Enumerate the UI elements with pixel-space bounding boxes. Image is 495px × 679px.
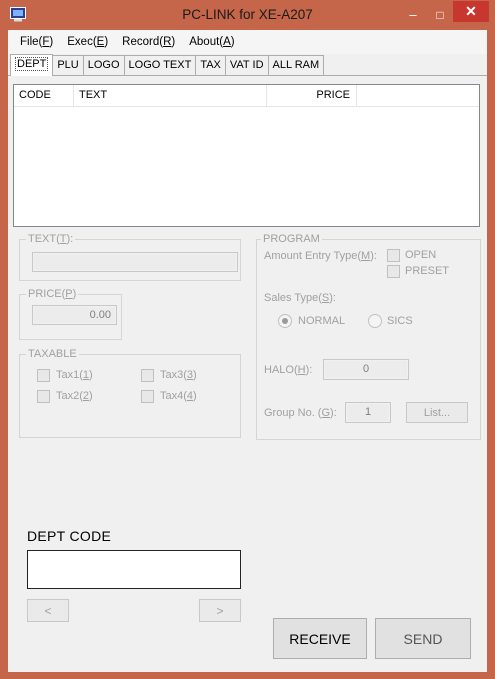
halo-field[interactable]: 0 — [323, 359, 409, 380]
normal-label: NORMAL — [298, 315, 346, 327]
taxable-group-label: TAXABLE — [26, 348, 79, 360]
group-no-field[interactable]: 1 — [345, 402, 391, 423]
menu-record[interactable]: Record(R) — [116, 36, 183, 48]
program-group-label: PROGRAM — [261, 233, 322, 245]
menu-file[interactable]: File(F) — [14, 36, 61, 48]
app-window: PC-LINK for XE-A207 – □ ✕ File(F) Exec(E… — [0, 0, 495, 679]
preset-checkbox[interactable] — [387, 265, 400, 278]
column-header-code[interactable]: CODE — [14, 85, 74, 107]
dept-tab-panel: CODE TEXT PRICE TEXT(T): PRICE(P) 0.00 T… — [8, 75, 487, 672]
send-button[interactable]: SEND — [375, 618, 471, 659]
halo-value: 0 — [362, 363, 370, 375]
minimize-icon: – — [409, 7, 417, 22]
tab-logo-text[interactable]: LOGO TEXT — [123, 55, 197, 76]
list-header: CODE TEXT PRICE — [14, 85, 479, 107]
tab-all-ram[interactable]: ALL RAM — [267, 55, 325, 76]
tab-tax[interactable]: TAX — [195, 55, 226, 76]
title-bar[interactable]: PC-LINK for XE-A207 – □ ✕ — [0, 0, 495, 30]
sales-type-label: Sales Type(S): — [264, 292, 336, 304]
tab-plu[interactable]: PLU — [52, 55, 84, 76]
tax1-label: Tax1(1) — [56, 369, 93, 381]
close-icon: ✕ — [465, 3, 477, 19]
amount-entry-type-label: Amount Entry Type(M): — [264, 250, 377, 262]
maximize-button[interactable]: □ — [427, 4, 453, 25]
open-checkbox[interactable] — [387, 249, 400, 262]
halo-label: HALO(H): — [264, 364, 313, 376]
column-header-text[interactable]: TEXT — [74, 85, 267, 107]
open-label: OPEN — [405, 249, 437, 261]
tax3-label: Tax3(3) — [160, 369, 197, 381]
group-no-value: 1 — [364, 406, 372, 418]
text-group: TEXT(T): — [19, 233, 241, 281]
tax3-checkbox[interactable] — [141, 369, 154, 382]
dept-code-input[interactable] — [27, 550, 241, 589]
price-field[interactable]: 0.00 — [32, 305, 117, 325]
chevron-right-icon: > — [216, 603, 224, 618]
group-no-label: Group No. (G): — [264, 407, 337, 419]
menu-about[interactable]: About(A) — [183, 36, 242, 48]
close-button[interactable]: ✕ — [453, 1, 489, 22]
dept-list[interactable]: CODE TEXT PRICE — [13, 84, 480, 227]
preset-label: PRESET — [405, 265, 450, 277]
text-field[interactable] — [32, 252, 238, 272]
price-value: 0.00 — [89, 309, 111, 321]
minimize-button[interactable]: – — [399, 4, 427, 25]
next-button[interactable]: > — [199, 599, 241, 622]
tab-logo[interactable]: LOGO — [82, 55, 125, 76]
dept-code-label: DEPT CODE — [27, 528, 112, 544]
list-button[interactable]: List... — [406, 402, 468, 423]
tab-strip: DEPT PLU LOGO LOGO TEXT TAX VAT ID ALL R… — [10, 54, 325, 76]
text-group-label: TEXT(T): — [26, 233, 76, 245]
price-group: PRICE(P) 0.00 — [19, 288, 122, 340]
program-group: PROGRAM Amount Entry Type(M): OPEN PRESE… — [256, 233, 481, 440]
tab-vat-id[interactable]: VAT ID — [224, 55, 269, 76]
sics-radio[interactable] — [368, 314, 382, 328]
client-area: File(F) Exec(E) Record(R) About(A) DEPT … — [8, 30, 487, 672]
menu-bar: File(F) Exec(E) Record(R) About(A) — [8, 30, 487, 54]
column-header-price[interactable]: PRICE — [267, 85, 357, 107]
normal-radio[interactable] — [278, 314, 292, 328]
taxable-group: TAXABLE Tax1(1) Tax3(3) Tax2(2) Tax4(4) — [19, 348, 241, 438]
chevron-left-icon: < — [44, 603, 52, 618]
prev-button[interactable]: < — [27, 599, 69, 622]
tab-dept[interactable]: DEPT — [10, 54, 54, 76]
tax4-checkbox[interactable] — [141, 390, 154, 403]
sics-label: SICS — [387, 315, 413, 327]
tax2-label: Tax2(2) — [56, 390, 93, 402]
tax1-checkbox[interactable] — [37, 369, 50, 382]
price-group-label: PRICE(P) — [26, 288, 79, 300]
tax2-checkbox[interactable] — [37, 390, 50, 403]
tax4-label: Tax4(4) — [160, 390, 197, 402]
maximize-icon: □ — [436, 7, 444, 22]
receive-button[interactable]: RECEIVE — [273, 618, 367, 659]
menu-exec[interactable]: Exec(E) — [61, 36, 116, 48]
